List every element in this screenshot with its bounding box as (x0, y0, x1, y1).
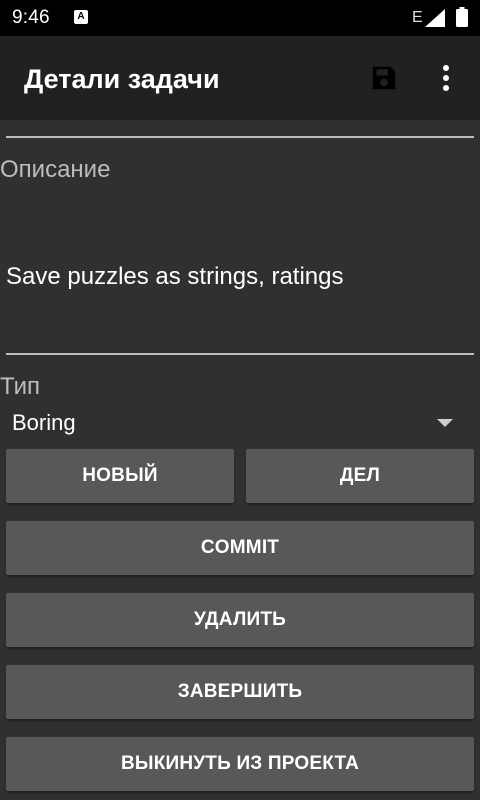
page-title: Детали задачи (24, 64, 220, 94)
remove-from-project-button[interactable]: ВЫКИНУТЬ ИЗ ПРОЕКТА (6, 737, 474, 791)
save-button[interactable] (362, 56, 406, 100)
del-button[interactable]: ДЕЛ (246, 449, 474, 503)
new-button[interactable]: НОВЫЙ (6, 449, 234, 503)
network-type-label: E (412, 9, 423, 26)
type-select[interactable]: Boring (0, 400, 480, 444)
type-label: Тип (0, 373, 41, 400)
description-label: Описание (0, 156, 111, 183)
notification-a-icon: A (74, 10, 88, 24)
divider-top (6, 136, 474, 138)
signal-icon (425, 9, 445, 27)
delete-button[interactable]: УДАЛИТЬ (6, 593, 474, 647)
finish-button[interactable]: ЗАВЕРШИТЬ (6, 665, 474, 719)
status-time: 9:46 (12, 7, 50, 28)
save-icon (372, 66, 396, 90)
description-underline (6, 353, 474, 355)
dropdown-arrow-icon (437, 419, 453, 427)
more-options-button[interactable] (424, 56, 468, 100)
battery-icon (456, 7, 468, 27)
description-field[interactable]: Save puzzles as strings, ratings (6, 263, 474, 291)
more-vert-icon (443, 65, 449, 91)
commit-button[interactable]: COMMIT (6, 521, 474, 575)
type-selected-value: Boring (12, 410, 76, 435)
status-bar: 9:46 A E (0, 0, 480, 36)
app-bar: Детали задачи (0, 36, 480, 120)
